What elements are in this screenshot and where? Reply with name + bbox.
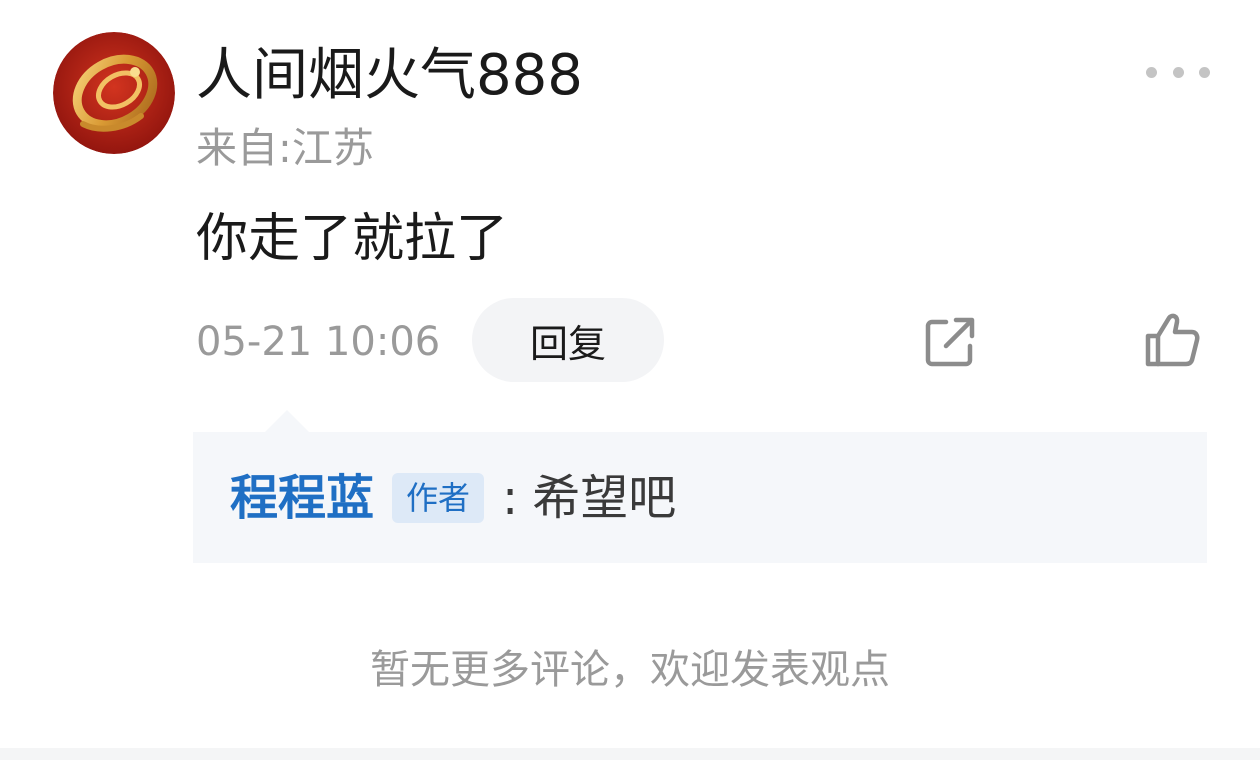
comment-page: 人间烟火气888 来自:江苏 你走了就拉了 05-21 10:06 回复 程程蓝… <box>0 0 1260 760</box>
comment-text: 你走了就拉了 <box>196 209 509 269</box>
location-label: 来自:江苏 <box>196 124 374 172</box>
reply-content: 希望吧 <box>532 470 677 526</box>
username[interactable]: 人间烟火气888 <box>196 40 583 112</box>
avatar[interactable] <box>53 32 175 154</box>
reply-panel[interactable]: 程程蓝 作者 : 希望吧 <box>193 410 1207 563</box>
dot <box>1199 66 1210 78</box>
dot <box>1146 66 1157 78</box>
comment-timestamp: 05-21 10:06 <box>196 319 441 365</box>
reply-separator: : <box>502 470 519 526</box>
reply-panel-notch <box>265 410 309 432</box>
golden-snake-icon <box>53 32 175 154</box>
reply-row: 程程蓝 作者 : 希望吧 <box>230 468 676 528</box>
reply-button[interactable]: 回复 <box>472 298 664 382</box>
more-dots-icon[interactable] <box>1146 54 1210 90</box>
dot <box>1172 66 1184 78</box>
author-badge: 作者 <box>392 473 485 523</box>
reply-author[interactable]: 程程蓝 <box>230 468 374 528</box>
thumbs-up-icon[interactable] <box>1142 310 1202 370</box>
no-more-comments-label: 暂无更多评论，欢迎发表观点 <box>370 647 890 693</box>
share-icon[interactable] <box>922 314 978 370</box>
bottom-divider <box>0 748 1260 760</box>
